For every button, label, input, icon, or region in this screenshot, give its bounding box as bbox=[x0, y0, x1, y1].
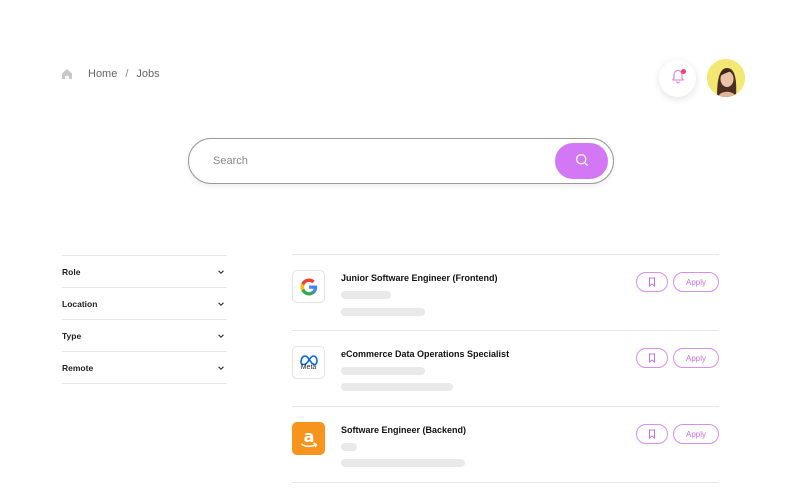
placeholder-line bbox=[341, 308, 425, 316]
bookmark-icon bbox=[648, 275, 656, 290]
bookmark-button[interactable] bbox=[636, 272, 668, 292]
job-list-item[interactable]: a Software Engineer (Backend) Apply bbox=[292, 407, 719, 483]
job-title[interactable]: Junior Software Engineer (Frontend) bbox=[341, 273, 498, 283]
breadcrumb-item-jobs: Jobs bbox=[136, 68, 160, 80]
job-list-item[interactable]: Meta eCommerce Data Operations Specialis… bbox=[292, 331, 719, 407]
apply-button[interactable]: Apply bbox=[673, 272, 719, 292]
avatar[interactable] bbox=[707, 59, 745, 97]
filter-role[interactable]: Role bbox=[62, 256, 227, 288]
chevron-down-icon bbox=[217, 268, 225, 276]
filter-label: Type bbox=[62, 330, 82, 341]
svg-text:a: a bbox=[303, 427, 314, 446]
filter-panel: Role Location Type Remote bbox=[62, 255, 227, 384]
breadcrumb: Home / Jobs bbox=[60, 67, 160, 81]
placeholder-line bbox=[341, 459, 465, 467]
breadcrumb-separator: / bbox=[125, 68, 129, 80]
filter-location[interactable]: Location bbox=[62, 288, 227, 320]
filter-remote[interactable]: Remote bbox=[62, 352, 227, 384]
apply-button[interactable]: Apply bbox=[673, 348, 719, 368]
bookmark-button[interactable] bbox=[636, 424, 668, 444]
placeholder-line bbox=[341, 291, 391, 299]
search-bar bbox=[188, 138, 614, 184]
filter-label: Remote bbox=[62, 362, 94, 373]
google-logo bbox=[292, 270, 325, 303]
job-title[interactable]: Software Engineer (Backend) bbox=[341, 425, 466, 435]
job-list: Junior Software Engineer (Frontend) Appl… bbox=[292, 254, 719, 483]
meta-logo-text: Meta bbox=[300, 364, 317, 371]
meta-logo: Meta bbox=[292, 346, 325, 379]
home-icon[interactable] bbox=[60, 67, 74, 81]
filter-type[interactable]: Type bbox=[62, 320, 227, 352]
notification-badge bbox=[681, 69, 686, 74]
filter-label: Role bbox=[62, 266, 81, 277]
bookmark-button[interactable] bbox=[636, 348, 668, 368]
placeholder-line bbox=[341, 383, 453, 391]
filter-label: Location bbox=[62, 298, 98, 309]
job-title[interactable]: eCommerce Data Operations Specialist bbox=[341, 349, 509, 359]
chevron-down-icon bbox=[217, 364, 225, 372]
job-list-item[interactable]: Junior Software Engineer (Frontend) Appl… bbox=[292, 255, 719, 331]
bookmark-icon bbox=[648, 351, 656, 366]
placeholder-line bbox=[341, 443, 357, 451]
breadcrumb-item-home[interactable]: Home bbox=[88, 68, 117, 80]
chevron-down-icon bbox=[217, 300, 225, 308]
notifications-button[interactable] bbox=[659, 60, 696, 97]
amazon-logo: a bbox=[292, 422, 325, 455]
apply-button[interactable]: Apply bbox=[673, 424, 719, 444]
search-button[interactable] bbox=[555, 143, 608, 179]
search-input[interactable] bbox=[213, 151, 533, 171]
bookmark-icon bbox=[648, 427, 656, 442]
chevron-down-icon bbox=[217, 332, 225, 340]
search-icon bbox=[575, 153, 589, 170]
placeholder-line bbox=[341, 367, 425, 375]
